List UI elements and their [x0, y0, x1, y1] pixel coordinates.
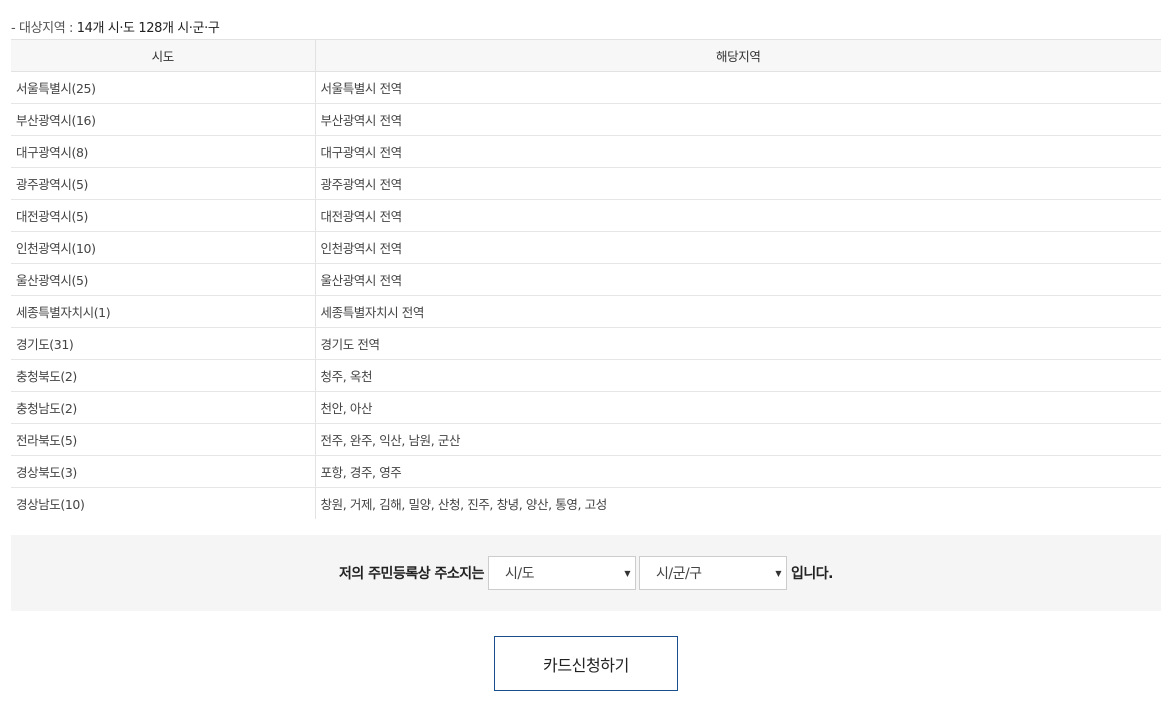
sido-cell: 세종특별자치시(1) [11, 295, 316, 328]
area-cell: 천안, 아산 [315, 391, 1161, 424]
target-region-prefix: - 대상지역 : [11, 21, 77, 36]
sido-select[interactable]: 시/도 ▼ [487, 556, 636, 590]
area-cell: 인천광역시 전역 [315, 231, 1161, 264]
area-cell: 광주광역시 전역 [315, 167, 1161, 200]
sido-cell: 부산광역시(16) [11, 103, 316, 136]
sido-cell: 충청남도(2) [11, 391, 316, 424]
sido-cell: 울산광역시(5) [11, 263, 316, 296]
sido-cell: 인천광역시(10) [11, 231, 316, 264]
sido-cell: 경상남도(10) [11, 487, 316, 519]
table-header-row: 시도 해당지역 [11, 39, 1161, 72]
table-row: 울산광역시(5) 울산광역시 전역 [11, 263, 1161, 296]
area-cell: 서울특별시 전역 [315, 71, 1161, 104]
column-header-sido: 시도 [11, 39, 316, 72]
area-cell: 대전광역시 전역 [315, 199, 1161, 232]
area-cell: 전주, 완주, 익산, 남원, 군산 [315, 423, 1161, 456]
area-cell: 울산광역시 전역 [315, 263, 1161, 296]
area-cell: 창원, 거제, 김해, 밀양, 산청, 진주, 창녕, 양산, 통영, 고성 [320, 497, 608, 512]
area-cell: 부산광역시 전역 [315, 103, 1161, 136]
area-cell: 세종특별자치시 전역 [315, 295, 1161, 328]
target-region-summary: - 대상지역 : 14개 시·도 128개 시·군·구 [11, 17, 220, 36]
sigungu-select-value: 시/군/구 [655, 566, 702, 582]
table-row: 충청북도(2) 청주, 옥천 [11, 359, 1161, 392]
region-table: 시도 해당지역 서울특별시(25) 서울특별시 전역 부산광역시(16) 부산광역시… [11, 39, 1161, 519]
area-cell: 경기도 전역 [315, 327, 1161, 360]
table-row: 세종특별자치시(1) 세종특별자치시 전역 [11, 295, 1161, 328]
sido-cell: 전라북도(5) [11, 423, 316, 456]
sido-cell: 광주광역시(5) [11, 167, 316, 200]
dropdown-arrow-icon: ▼ [624, 568, 630, 578]
sido-cell: 충청북도(2) [11, 359, 316, 392]
table-row: 부산광역시(16) 부산광역시 전역 [11, 103, 1161, 136]
target-region-count: 14개 시·도 128개 시·군·구 [76, 21, 220, 36]
sigungu-select[interactable]: 시/군/구 ▼ [638, 556, 787, 590]
sido-cell: 대전광역시(5) [11, 199, 316, 232]
table-row: 충청남도(2) 천안, 아산 [11, 391, 1161, 424]
table-row: 서울특별시(25) 서울특별시 전역 [11, 71, 1161, 104]
table-row: 대전광역시(5) 대전광역시 전역 [11, 199, 1161, 232]
table-row: 경상북도(3) 포항, 경주, 영주 [11, 455, 1161, 488]
sido-select-value: 시/도 [504, 566, 534, 582]
dropdown-arrow-icon: ▼ [775, 568, 781, 578]
sido-cell: 대구광역시(8) [11, 135, 316, 168]
area-cell: 청주, 옥천 [315, 359, 1161, 392]
column-header-area: 해당지역 [315, 39, 1161, 72]
area-cell: 포항, 경주, 영주 [315, 455, 1161, 488]
table-row: 인천광역시(10) 인천광역시 전역 [11, 231, 1161, 264]
sido-cell: 서울특별시(25) [11, 71, 316, 104]
address-selection-box: 저의 주민등록상 주소지는 시/도 ▼ 시/군/구 ▼ 입니다. [11, 535, 1161, 611]
sido-cell: 경기도(31) [11, 327, 316, 360]
table-row: 경기도(31) 경기도 전역 [11, 327, 1161, 360]
address-lead-text: 저의 주민등록상 주소지는 [339, 566, 484, 582]
apply-card-button[interactable]: 카드신청하기 [494, 636, 678, 691]
table-row: 경상남도(10) 창원, 거제, 김해, 밀양, 산청, 진주, 창녕, 양산, … [11, 487, 1161, 519]
area-cell: 대구광역시 전역 [315, 135, 1161, 168]
address-tail-text: 입니다. [790, 566, 833, 582]
sido-cell: 경상북도(3) [11, 455, 316, 488]
table-row: 전라북도(5) 전주, 완주, 익산, 남원, 군산 [11, 423, 1161, 456]
table-row: 대구광역시(8) 대구광역시 전역 [11, 135, 1161, 168]
table-row: 광주광역시(5) 광주광역시 전역 [11, 167, 1161, 200]
